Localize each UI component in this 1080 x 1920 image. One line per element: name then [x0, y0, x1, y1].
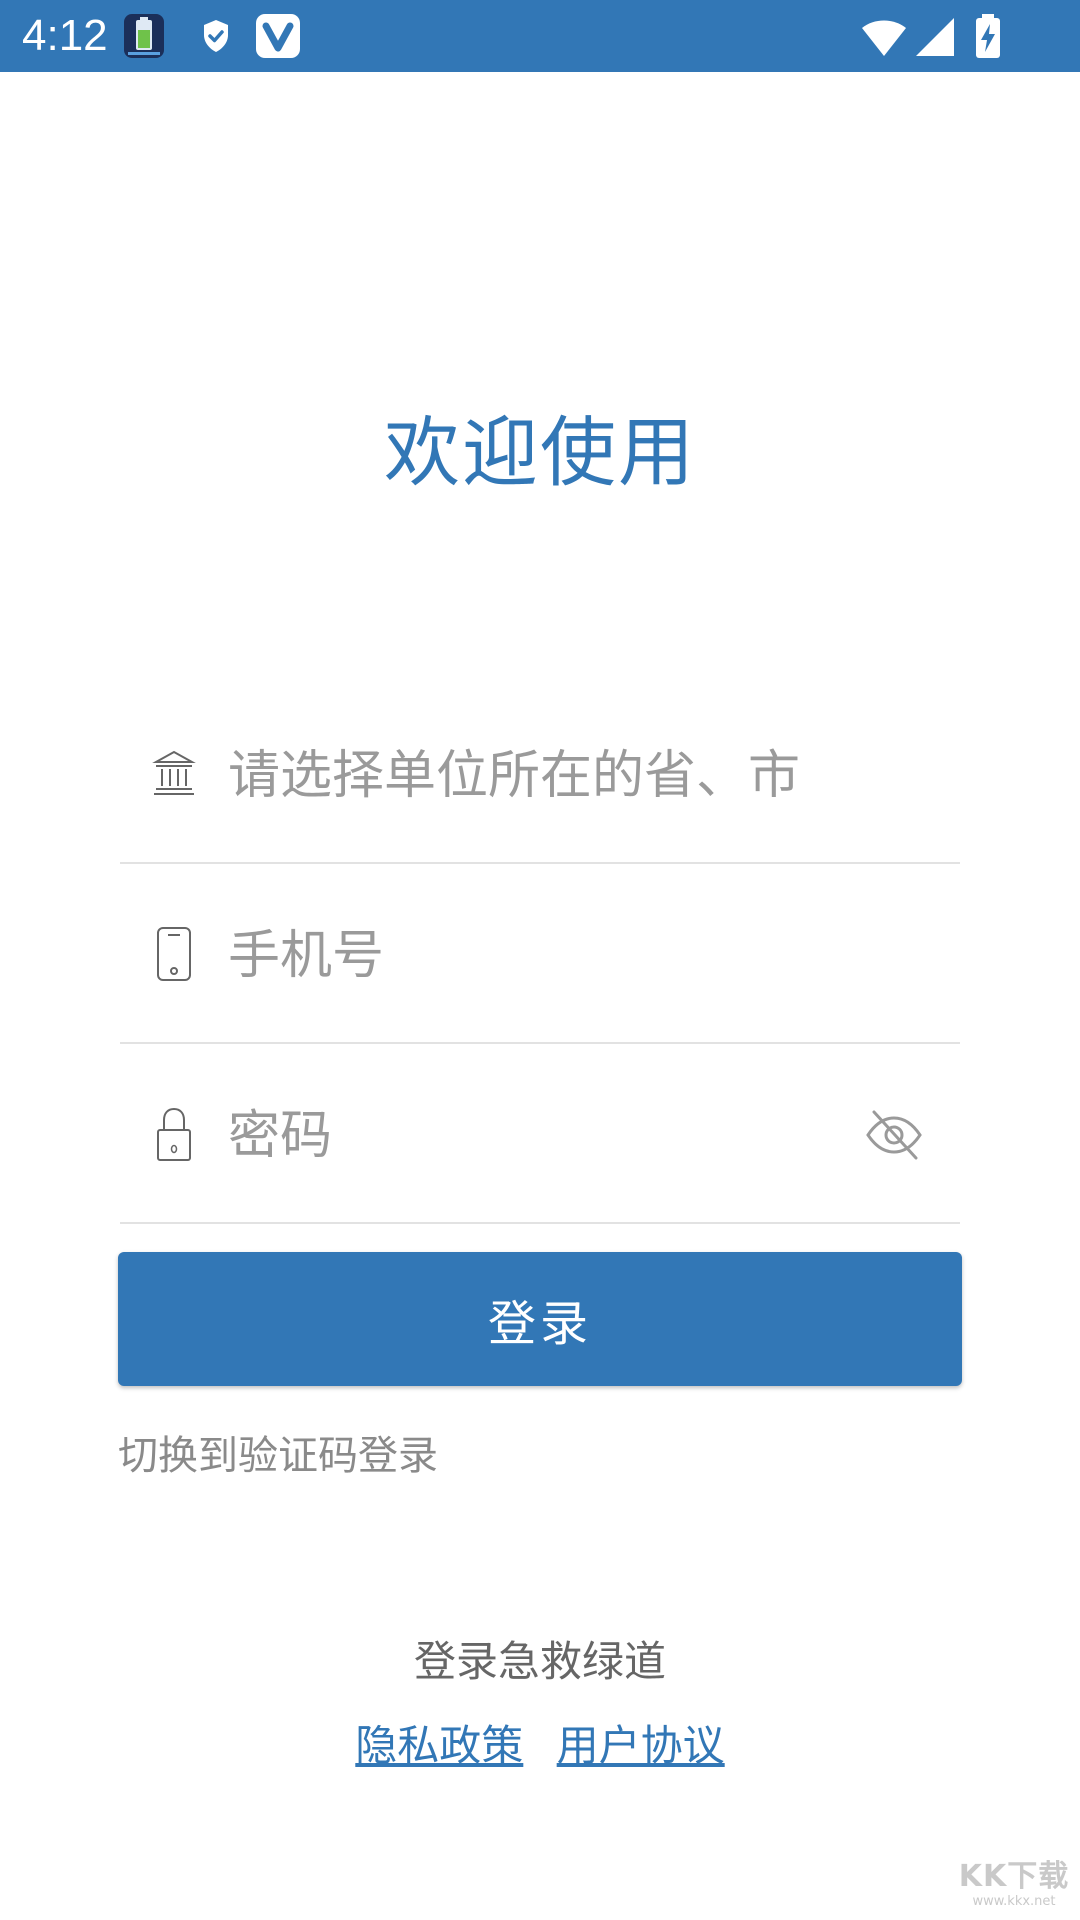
switch-to-code-login-link[interactable]: 切换到验证码登录 [118, 1428, 438, 1484]
eye-off-icon[interactable] [864, 1108, 924, 1162]
phone-field-row [120, 864, 960, 1044]
bank-icon [152, 750, 196, 795]
phone-icon [157, 927, 191, 981]
v-app-icon [256, 14, 300, 58]
watermark: KK下载 www.kkx.net [954, 1860, 1074, 1916]
footer-links: 隐私政策 用户协议 [0, 1716, 1080, 1776]
lock-icon [157, 1107, 191, 1161]
battery-charging-icon [976, 14, 1000, 58]
status-bar: 4:12 [0, 0, 1080, 72]
region-selector-row[interactable] [120, 684, 960, 864]
welcome-title: 欢迎使用 [384, 408, 696, 497]
wifi-icon [862, 20, 906, 56]
phone-input[interactable] [228, 914, 868, 998]
watermark-logo: KK下载 [958, 1859, 1070, 1894]
shield-icon [204, 20, 228, 52]
password-field-row [120, 1044, 960, 1224]
signal-icon [916, 18, 954, 56]
watermark-url: www.kkx.net [972, 1894, 1056, 1909]
privacy-policy-link[interactable]: 隐私政策 [355, 1721, 523, 1770]
region-select-input[interactable] [228, 734, 868, 818]
footer-title: 登录急救绿道 [413, 1637, 666, 1686]
user-agreement-link[interactable]: 用户协议 [557, 1721, 725, 1770]
status-time: 4:12 [22, 11, 108, 60]
login-button[interactable]: 登录 [118, 1252, 962, 1386]
password-input[interactable] [228, 1094, 788, 1178]
battery-app-icon [124, 14, 164, 58]
